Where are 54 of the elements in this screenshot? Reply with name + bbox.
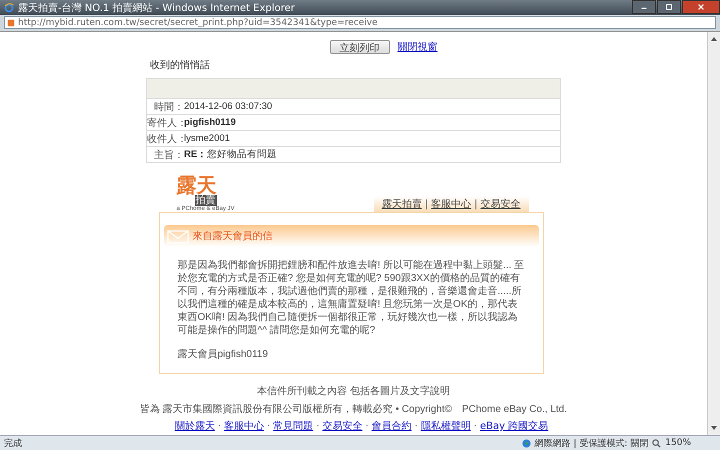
footer-link[interactable]: eBay 跨國交易 (480, 419, 548, 433)
nav-link[interactable]: 客服中心 (431, 197, 472, 211)
field-label: 寄件人： (147, 116, 184, 130)
magnifier-icon[interactable] (652, 438, 662, 448)
site-icon (7, 18, 15, 26)
separator: · (365, 420, 369, 432)
scroll-down-icon[interactable] (710, 424, 718, 432)
globe-icon (522, 438, 531, 448)
maximize-icon (664, 3, 674, 11)
close-button[interactable] (682, 0, 720, 14)
security-zone: 網際網路 | 受保護模式: 關閉 (534, 438, 648, 450)
footer-link[interactable]: 常見問題 (273, 419, 314, 433)
letter-body: 那是因為我們都會拆開把鋰膀和配件放進去唷! 所以可能在過程中黏上頭髮... 至於您充電的方式是否正確? 您是如何充電的呢? 590跟3XX的價格的品質的確有不同，有分兩種版本，我試過他們賣的那種，是很難飛的，音樂還會走音.....所以我們這種的確是成本較高的，這無庸置疑唷! 且您玩第一次是OK的，那代表東西OK唷! 因為我們自己隨便拆一個都很正常，玩好幾次也一樣，所以我認為可能是操作的問題^^ 請問您是如何充電的呢? (178, 259, 524, 337)
close-icon (696, 3, 706, 11)
field-value: RE：您好物品有問題 (184, 148, 278, 161)
field-value: lysme2001 (184, 133, 230, 144)
logo-badge: 拍賣 (194, 195, 216, 206)
envelope-icon (166, 228, 188, 244)
zoom-level[interactable]: 150% (665, 438, 691, 448)
copyright-text: 本信件所刊載之內容 包括各圖片及文字說明 (257, 384, 450, 398)
scrollbar[interactable] (707, 32, 720, 435)
footer-link[interactable]: 隱私權聲明 (420, 419, 471, 433)
field-value: pigfish0119 (184, 117, 236, 128)
separator: · (267, 420, 270, 432)
copyright-text: 皆為 露天市集國際資訊股份有限公司版權所有，轉載必究 • Copyright© PChome eBay Co., Ltd. (140, 402, 568, 416)
footer-link[interactable]: 交易安全 (322, 419, 362, 433)
window-title: 露天拍賣-台灣 NO.1 拍賣網站 - Windows Internet Explorer (18, 2, 296, 14)
separator: · (414, 420, 418, 432)
letter-signature: 露天會員pigfish0119 (178, 348, 269, 361)
logo-wordmark: 露天 (176, 175, 216, 195)
field-label: 收件人： (147, 132, 184, 146)
maximize-button[interactable] (657, 0, 681, 14)
field-value: 2014-12-06 03:07:30 (184, 101, 272, 112)
minimize-button[interactable] (632, 0, 656, 14)
separator: | (474, 198, 478, 210)
browser-logo-icon (4, 2, 14, 12)
footer-link[interactable]: 客服中心 (224, 419, 264, 433)
scroll-up-icon[interactable] (710, 35, 718, 43)
footer-link[interactable]: 會員合約 (372, 419, 412, 433)
nav-link[interactable]: 交易安全 (480, 197, 520, 211)
field-label: 主旨： (153, 148, 184, 162)
page-heading: 收到的悄悄話 (150, 58, 210, 72)
separator: · (316, 420, 320, 432)
address-field[interactable]: http://mybid.ruten.com.tw/secret/secret_print.php?uid=3542341&type=receive (4, 16, 716, 29)
card-title: 來自露天會員的信 (192, 230, 272, 243)
separator: · (218, 420, 221, 432)
field-label: 時間： (153, 100, 184, 114)
status-text: 完成 (4, 438, 22, 450)
separator: · (474, 420, 477, 432)
nav-link[interactable]: 露天拍賣 (382, 197, 422, 211)
close-window-link[interactable]: 關閉視窗 (398, 40, 438, 54)
footer-link[interactable]: 關於露天 (174, 419, 215, 433)
separator: | (424, 198, 428, 210)
print-button[interactable]: 立刻列印 (330, 40, 390, 54)
